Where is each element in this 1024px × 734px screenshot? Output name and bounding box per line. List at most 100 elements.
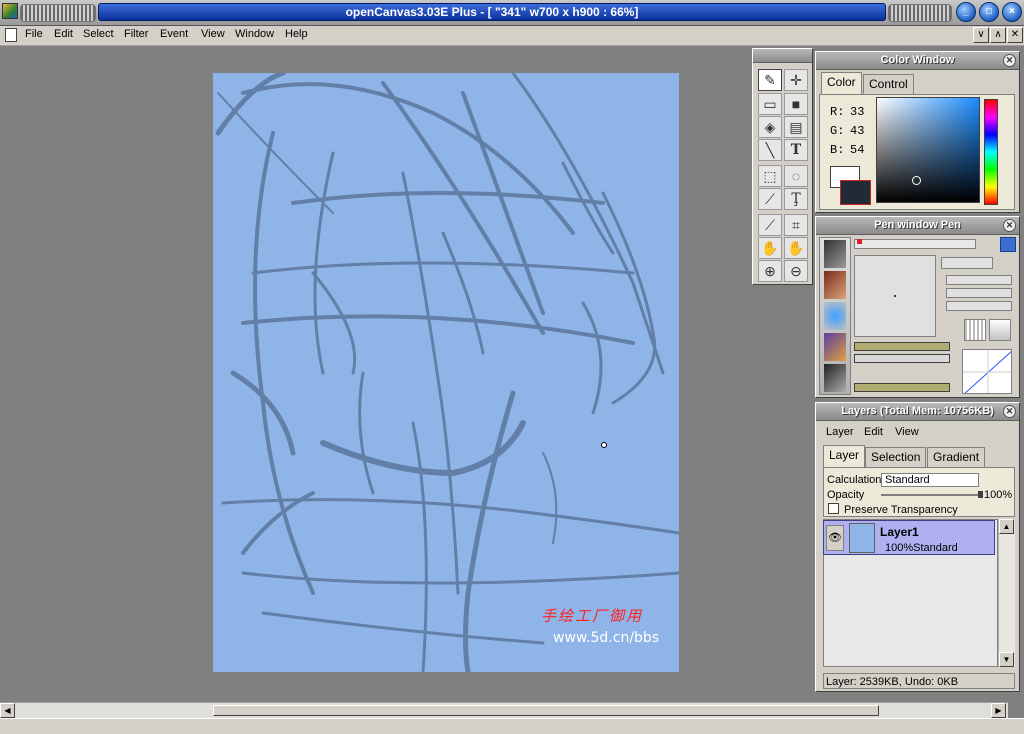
paint-brush-icon[interactable]: [824, 333, 846, 361]
save-icon[interactable]: [1000, 237, 1016, 252]
tab-layer[interactable]: Layer: [823, 445, 866, 467]
layers-menu-edit[interactable]: Edit: [864, 426, 883, 438]
pen-window-close-icon[interactable]: ✕: [1003, 219, 1016, 232]
eraser-icon[interactable]: ◈: [758, 116, 782, 138]
dropper-icon[interactable]: ⟋: [758, 214, 782, 236]
watermark-chinese: 手绘工厂御用: [541, 607, 644, 625]
pen-window: Pen window Pen ✕: [815, 216, 1020, 398]
magic-wand-icon[interactable]: ⟋: [758, 188, 782, 210]
brush-shape-selector[interactable]: [941, 257, 993, 269]
tab-gradient[interactable]: Gradient: [927, 447, 986, 467]
close-button[interactable]: ×: [1002, 2, 1022, 22]
pressure-curve[interactable]: [962, 349, 1012, 394]
layer-info: 100%Standard: [885, 542, 958, 554]
layers-tabs: Layer Selection Gradient: [821, 443, 1016, 467]
scroll-down-button[interactable]: ▼: [999, 652, 1014, 667]
pencil-brush-icon[interactable]: [824, 271, 846, 299]
sketch-strokes: [215, 73, 679, 672]
document-icon[interactable]: [5, 28, 17, 42]
menu-view[interactable]: View: [201, 28, 225, 40]
scroll-up-button[interactable]: ▲: [999, 519, 1014, 534]
layers-menu-layer[interactable]: Layer: [826, 426, 854, 438]
layers-window-header: Layers (Total Mem: 10756KB) ✕: [816, 403, 1019, 421]
brush-type-list[interactable]: [819, 237, 851, 395]
watermark-url: www.5d.cn/bbs: [553, 630, 660, 646]
mdi-restore-button[interactable]: ∧: [990, 27, 1006, 43]
pen-icon[interactable]: ✎: [758, 69, 782, 91]
app-icon[interactable]: [2, 3, 18, 19]
maximize-button[interactable]: □: [979, 2, 999, 22]
horizontal-scrollbar[interactable]: ◀ ▶: [0, 702, 1008, 718]
pressure-curve-graph: [963, 350, 1011, 393]
title-grip-left: [20, 4, 96, 22]
tool-palette: ✎ ✛ ▭ ■ ◈ ▤ ╲ T ⬚ ◌ ⟋ Ţ ⟋ ⌗ ✋ ✋ ⊕ ⊖: [752, 48, 813, 285]
rotate-icon[interactable]: ✋: [784, 237, 808, 259]
pen-slider-3[interactable]: [854, 383, 950, 392]
pen-option-1[interactable]: [946, 275, 1012, 285]
saturation-value-picker[interactable]: [876, 97, 980, 203]
b-label: B:: [830, 143, 845, 157]
menu-help[interactable]: Help: [285, 28, 308, 40]
opacity-slider[interactable]: [881, 494, 983, 496]
opacity-label: Opacity: [827, 489, 865, 501]
layers-menu-view[interactable]: View: [895, 426, 919, 438]
sv-marker[interactable]: [912, 176, 921, 185]
r-value: 33: [850, 105, 865, 119]
lasso-icon[interactable]: ◌: [784, 165, 808, 187]
minimize-button[interactable]: _: [956, 2, 976, 22]
menu-event[interactable]: Event: [160, 28, 188, 40]
zoom-in-icon[interactable]: ⊕: [758, 260, 782, 282]
menu-filter[interactable]: Filter: [124, 28, 148, 40]
text-select-icon[interactable]: Ţ: [784, 188, 808, 210]
opacity-slider-thumb[interactable]: [978, 491, 983, 498]
pen-slider-1[interactable]: [854, 342, 950, 351]
hue-slider[interactable]: [984, 99, 998, 205]
menu-edit[interactable]: Edit: [54, 28, 73, 40]
line-icon[interactable]: ╲: [758, 139, 782, 161]
visibility-eye-icon[interactable]: 👁: [826, 525, 844, 551]
r-label: R:: [830, 105, 845, 119]
brush-size-ruler[interactable]: [854, 239, 976, 249]
pen-option-2[interactable]: [946, 288, 1012, 298]
pen-slider-2[interactable]: [854, 354, 950, 363]
gradient-icon[interactable]: ▤: [784, 116, 808, 138]
g-value: 43: [850, 124, 865, 138]
horizontal-scroll-thumb[interactable]: [213, 705, 879, 716]
menu-select[interactable]: Select: [83, 28, 114, 40]
layers-window-title: Layers (Total Mem: 10756KB): [841, 405, 994, 417]
calculation-select[interactable]: Standard: [881, 473, 979, 487]
layer-list-scrollbar[interactable]: ▲ ▼: [998, 519, 1015, 667]
text-icon[interactable]: T: [784, 139, 808, 161]
texture-icon[interactable]: [964, 319, 986, 341]
scroll-right-button[interactable]: ▶: [991, 703, 1006, 718]
fill-icon[interactable]: ■: [784, 93, 808, 115]
brush-icon[interactable]: ▭: [758, 93, 782, 115]
preserve-transparency-checkbox[interactable]: [828, 503, 839, 514]
menu-file[interactable]: File: [25, 28, 43, 40]
mdi-minimize-button[interactable]: ∨: [973, 27, 989, 43]
tab-color[interactable]: Color: [821, 72, 862, 94]
move-icon[interactable]: ✛: [784, 69, 808, 91]
menu-window[interactable]: Window: [235, 28, 274, 40]
drawing-canvas[interactable]: 手绘工厂御用 www.5d.cn/bbs: [213, 73, 679, 672]
rect-select-icon[interactable]: ⬚: [758, 165, 782, 187]
color-window-close-icon[interactable]: ✕: [1003, 54, 1016, 67]
mdi-close-button[interactable]: ✕: [1007, 27, 1023, 43]
watercolor-brush-icon[interactable]: [824, 302, 846, 330]
layers-window-close-icon[interactable]: ✕: [1003, 405, 1016, 418]
pen-brush-icon[interactable]: [824, 240, 846, 268]
paper-icon[interactable]: [989, 319, 1011, 341]
title-bar: openCanvas3.03E Plus - [ "341" w700 x h9…: [0, 0, 1024, 26]
tab-selection[interactable]: Selection: [865, 447, 927, 467]
hand-icon[interactable]: ✋: [758, 237, 782, 259]
crop-icon[interactable]: ⌗: [784, 214, 808, 236]
background-swatch[interactable]: [840, 180, 871, 205]
pen-option-3[interactable]: [946, 301, 1012, 311]
airbrush-icon[interactable]: [824, 364, 846, 392]
tab-control[interactable]: Control: [863, 74, 914, 94]
menu-bar: File Edit Select Filter Event View Windo…: [0, 26, 1024, 46]
zoom-out-icon[interactable]: ⊖: [784, 260, 808, 282]
calculation-label: Calculation: [827, 474, 882, 486]
layer-row[interactable]: 👁 Layer1 100%Standard: [823, 520, 995, 555]
scroll-left-button[interactable]: ◀: [0, 703, 15, 718]
